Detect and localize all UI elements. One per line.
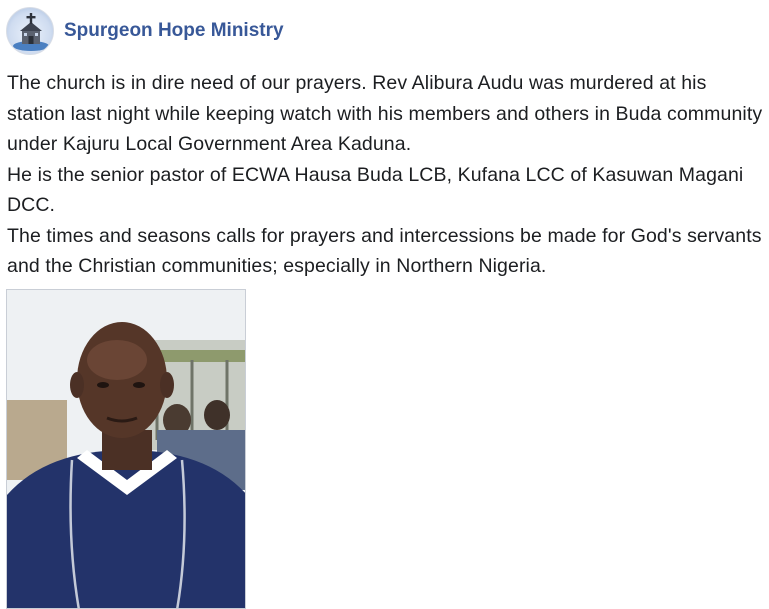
post-paragraph-1: The church is in dire need of our prayer… [7, 72, 763, 155]
post-header: Spurgeon Hope Ministry [6, 6, 284, 56]
post-text: The church is in dire need of our prayer… [7, 68, 765, 282]
church-logo-icon[interactable] [6, 7, 54, 55]
post-paragraph-3: The times and seasons calls for prayers … [7, 224, 762, 278]
page-name-link[interactable]: Spurgeon Hope Ministry [64, 20, 284, 42]
pastor-portrait-photo[interactable] [6, 289, 246, 609]
post-paragraph-2: He is the senior pastor of ECWA Hausa Bu… [7, 163, 744, 217]
